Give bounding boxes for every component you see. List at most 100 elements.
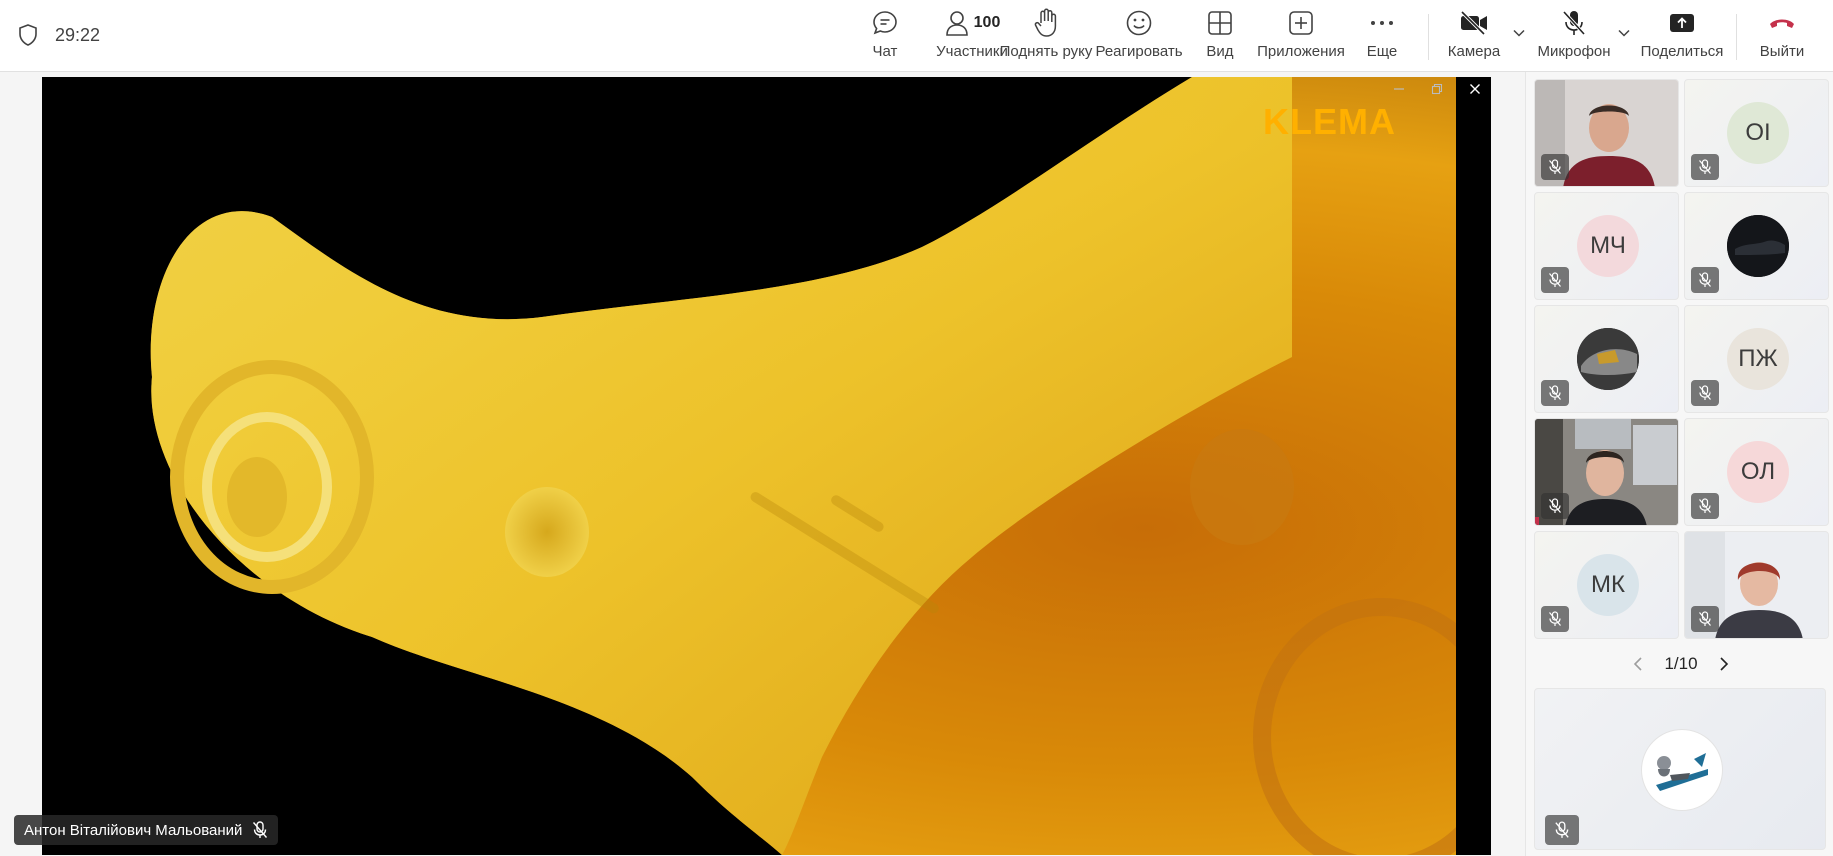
avatar: ОЛ [1727,441,1789,503]
apps-button[interactable]: Приложения [1257,8,1345,64]
avatar-initials: МЧ [1590,232,1626,259]
participant-tile[interactable] [1534,418,1679,526]
shared-content-stage: KLEMA Антон Віталійович Мальований [0,72,1525,856]
mic-off-icon [1699,272,1711,287]
toolbar-divider [1736,14,1737,60]
apps-label: Приложения [1257,43,1345,60]
chat-label: Чат [872,43,898,60]
more-button[interactable]: Еще [1362,8,1402,64]
close-icon[interactable] [1469,83,1481,95]
mic-off-icon [253,821,268,838]
self-view-tile[interactable] [1534,688,1826,850]
mic-off-icon [1699,385,1711,400]
mic-off-icon [1699,611,1711,626]
leave-label: Выйти [1759,43,1805,60]
shield-icon[interactable] [18,24,38,46]
participant-tile[interactable] [1684,192,1829,300]
chat-icon [873,11,897,35]
person-icon [945,11,968,36]
participant-tile[interactable]: OI [1684,79,1829,187]
chat-button[interactable]: Чат [864,8,906,64]
mic-options-chevron-icon[interactable] [1617,26,1631,40]
participant-tile[interactable]: МК [1534,531,1679,639]
view-label: Вид [1206,43,1234,60]
avatar-initials: OI [1745,119,1771,146]
participant-tile[interactable] [1534,305,1679,413]
participant-tile[interactable]: ПЖ [1684,305,1829,413]
raise-hand-label: Поднять руку [999,43,1093,60]
hang-up-icon [1770,19,1794,28]
camera-options-chevron-icon[interactable] [1512,26,1526,40]
video-window-controls [1393,83,1481,95]
mic-off-icon [1555,821,1569,838]
share-screen-icon [1670,14,1694,32]
microphone-label: Микрофон [1537,43,1611,60]
add-app-icon [1289,11,1313,35]
yellow-part-image [42,77,1456,855]
dark-photo-avatar [1727,215,1789,277]
mic-off-icon [1562,10,1586,36]
muted-indicator [1541,606,1569,632]
microphone-button[interactable]: Микрофон [1537,8,1611,64]
muted-indicator [1541,267,1569,293]
muted-indicator [1691,267,1719,293]
chevron-right-icon[interactable] [1718,656,1730,672]
participants-gallery: OI МЧ ПЖ ОЛ МК 1/10 [1525,72,1833,856]
avatar-initials: ПЖ [1738,345,1778,372]
avatar: МК [1577,554,1639,616]
react-button[interactable]: Реагировать [1095,8,1183,64]
react-label: Реагировать [1095,43,1183,60]
toolbar-divider [1428,14,1429,60]
participant-tile[interactable] [1684,531,1829,639]
share-label: Поделиться [1640,43,1724,60]
muted-indicator [1691,606,1719,632]
muted-indicator [1545,815,1579,845]
mic-off-icon [1549,272,1561,287]
mic-off-icon [1699,159,1711,174]
participant-tile[interactable] [1534,79,1679,187]
more-dots-icon [1371,21,1393,25]
muted-indicator [1541,154,1569,180]
share-button[interactable]: Поделиться [1641,8,1723,64]
avatar-initials: МК [1591,571,1625,598]
muted-indicator [1541,493,1569,519]
meeting-timer: 29:22 [55,25,101,45]
smile-icon [1126,10,1152,36]
presenter-name-tag: Антон Віталійович Мальований [14,815,279,845]
gallery-pager: 1/10 [1616,650,1746,678]
participants-count: 100 [973,14,1001,31]
page-indicator: 1/10 [1664,654,1698,673]
avatar-photo [1727,215,1789,277]
grid-view-icon [1208,11,1232,35]
klema-watermark: KLEMA [1263,101,1396,142]
camera-button[interactable]: Камера [1446,8,1502,64]
shared-video[interactable]: KLEMA [42,77,1491,855]
muted-indicator [1691,493,1719,519]
avatar-initials: ОЛ [1740,458,1776,485]
mic-off-icon [1549,498,1561,513]
avatar: МЧ [1577,215,1639,277]
car-photo-avatar [1577,328,1639,390]
meeting-toolbar: 29:22 Чат 100 Участники Поднять руку Реа… [0,0,1833,72]
video-frame: KLEMA [42,77,1456,855]
hand-icon [1034,8,1057,37]
mic-off-icon [1699,498,1711,513]
participant-tile[interactable]: МЧ [1534,192,1679,300]
participant-tile[interactable]: ОЛ [1684,418,1829,526]
presenter-name: Антон Віталійович Мальований [24,821,243,839]
avatar-photo [1577,328,1639,390]
muted-indicator [1691,154,1719,180]
more-label: Еще [1366,43,1398,60]
chevron-left-icon[interactable] [1632,656,1644,672]
restore-icon[interactable] [1431,83,1443,95]
avatar: OI [1727,102,1789,164]
minimize-icon[interactable] [1393,83,1405,95]
self-avatar [1642,730,1722,810]
camera-off-icon [1460,10,1487,36]
muted-indicator [1691,380,1719,406]
leave-button[interactable]: Выйти [1758,8,1806,64]
avatar: ПЖ [1727,328,1789,390]
participants-label: Участники [936,43,1008,60]
view-button[interactable]: Вид [1200,8,1240,64]
raise-hand-button[interactable]: Поднять руку [1000,8,1092,64]
